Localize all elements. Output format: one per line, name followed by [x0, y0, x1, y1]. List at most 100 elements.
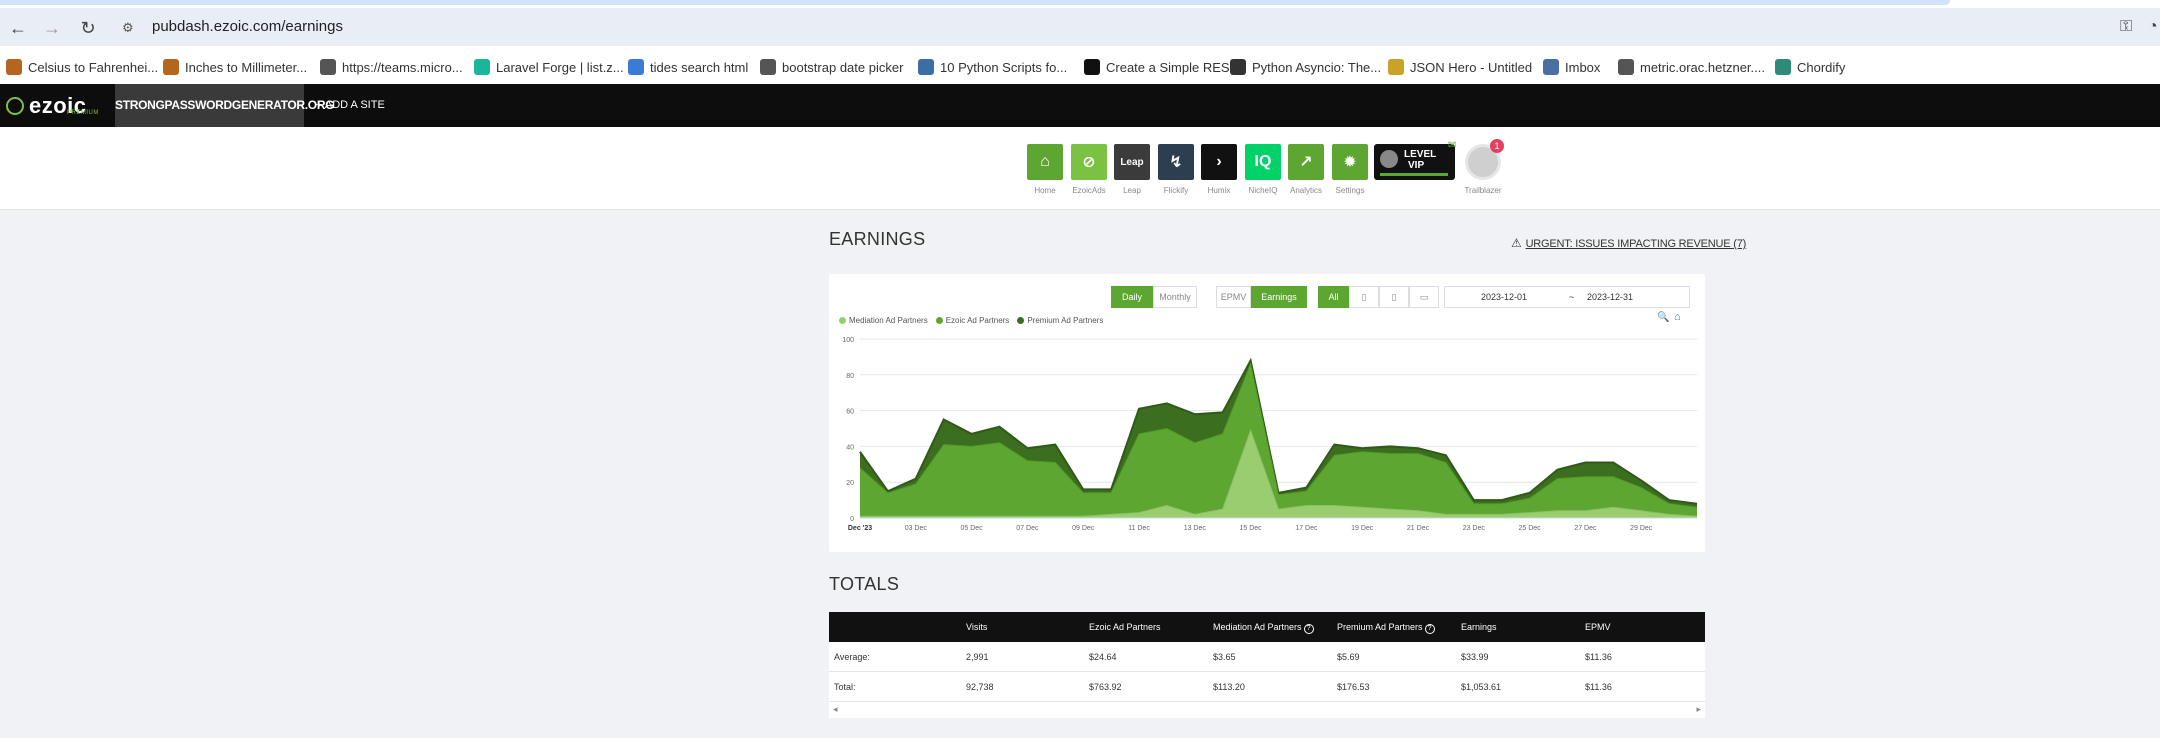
column-header[interactable]: Visits: [966, 612, 987, 642]
bookmark-label: Inches to Millimeter...: [185, 59, 308, 75]
bookmark-item[interactable]: Laravel Forge | list.z...: [474, 56, 624, 78]
table-cell: 92,738: [966, 682, 994, 692]
table-cell: $113.20: [1213, 682, 1245, 692]
bookmark-label: bootstrap date picker: [782, 59, 904, 75]
reset-zoom-icon[interactable]: ⌂: [1674, 311, 1681, 323]
table-cell: $24.64: [1089, 652, 1117, 662]
bookmark-label: Create a Simple RES...: [1106, 59, 1241, 75]
password-key-icon[interactable]: ⚿: [2120, 18, 2132, 36]
vip-label: VIP: [1408, 160, 1425, 171]
daily-toggle[interactable]: Daily: [1111, 286, 1153, 308]
app-home[interactable]: ⌂ Home: [1027, 144, 1063, 195]
table-header-row: Visits Ezoic Ad Partners Mediation Ad Part…: [829, 612, 1705, 642]
app-ezoicads[interactable]: ⊘ EzoicAds: [1071, 144, 1107, 195]
bookmark-item[interactable]: bootstrap date picker: [760, 56, 903, 78]
app-analytics[interactable]: ↗ Analytics: [1288, 144, 1324, 195]
zoom-icon[interactable]: 🔍: [1657, 312, 1669, 323]
bookmark-item[interactable]: 10 Python Scripts fo...: [918, 56, 1067, 78]
bookmark-item[interactable]: Inches to Millimeter...: [163, 56, 307, 78]
scroll-right-icon[interactable]: ▸: [1696, 704, 1701, 715]
column-header[interactable]: Premium Ad Partners?: [1337, 612, 1435, 642]
earnings-toggle[interactable]: Earnings: [1251, 286, 1307, 308]
bookmark-label: https://teams.micro...: [342, 59, 463, 75]
all-devices-toggle[interactable]: All: [1318, 286, 1349, 308]
horizontal-scrollbar[interactable]: ◂ ▸: [829, 702, 1705, 718]
table-cell: $176.53: [1337, 682, 1370, 692]
bookmark-item[interactable]: Celsius to Fahrenhei...: [6, 56, 158, 78]
bookmark-label: Laravel Forge | list.z...: [496, 59, 624, 75]
epmv-toggle[interactable]: EPMV: [1216, 286, 1251, 308]
x-tick-label: 17 Dec: [1295, 525, 1318, 532]
bookmark-favicon-icon: [6, 59, 22, 75]
app-nicheiq[interactable]: IQ NicheIQ: [1245, 144, 1281, 195]
earnings-chart-card: Daily Monthly EPMV Earnings All ▯ ▯ ▭ 20…: [829, 274, 1705, 552]
column-header-label: Earnings: [1461, 622, 1497, 632]
mobile-toggle[interactable]: ▯: [1379, 286, 1409, 308]
earnings-title: EARNINGS: [829, 229, 926, 249]
browser-chrome: ← → ↻ ⚙ pubdash.ezoic.com/earnings ⚿ ◔ C…: [0, 0, 2160, 84]
legend-item-mediation[interactable]: Mediation Ad Partners: [839, 314, 928, 326]
tablet-toggle[interactable]: ▯: [1349, 286, 1379, 308]
app-label: Home: [1034, 186, 1056, 195]
x-tick-label: 05 Dec: [961, 525, 984, 532]
desktop-toggle[interactable]: ▭: [1409, 286, 1439, 308]
y-tick-label: 20: [846, 480, 854, 487]
column-header[interactable]: Earnings: [1461, 612, 1497, 642]
app-label: Analytics: [1289, 186, 1322, 195]
end-date[interactable]: 2023-12-31: [1587, 292, 1633, 302]
bookmark-item[interactable]: Python Asyncio: The...: [1230, 56, 1381, 78]
x-tick-label: 19 Dec: [1351, 525, 1374, 532]
column-header[interactable]: Mediation Ad Partners?: [1213, 612, 1314, 642]
ezoic-logo-icon: [6, 97, 24, 115]
url-field[interactable]: pubdash.ezoic.com/earnings: [152, 18, 343, 35]
site-tab[interactable]: STRONGPASSWORDGENERATOR.ORG: [115, 84, 335, 127]
legend-item-premium[interactable]: Premium Ad Partners: [1017, 314, 1103, 326]
column-header-label: Mediation Ad Partners: [1213, 622, 1302, 632]
logo-premium-label: PREMIUM: [67, 110, 99, 116]
forward-icon[interactable]: →: [42, 18, 62, 38]
bookmark-favicon-icon: [628, 59, 644, 75]
leap-icon: Leap: [1114, 144, 1150, 180]
app-settings[interactable]: ✹ Settings: [1332, 144, 1368, 195]
bookmark-label: Imbox: [1565, 59, 1601, 75]
level-vip-badge[interactable]: LEVEL VIP ✉: [1374, 140, 1456, 180]
totals-table: Visits Ezoic Ad Partners Mediation Ad Part…: [829, 612, 1705, 718]
legend-swatch: [935, 316, 943, 324]
add-site-link[interactable]: + ADD A SITE: [316, 84, 385, 127]
bookmark-item[interactable]: Create a Simple RES...: [1084, 56, 1240, 78]
bookmark-item[interactable]: tides search html: [628, 56, 748, 78]
column-header[interactable]: Ezoic Ad Partners: [1089, 612, 1161, 642]
scroll-left-icon[interactable]: ◂: [833, 704, 838, 715]
bookmark-item[interactable]: JSON Hero - Untitled: [1388, 56, 1532, 78]
help-icon[interactable]: ?: [1303, 624, 1314, 634]
monthly-toggle[interactable]: Monthly: [1153, 286, 1197, 308]
bookmark-item[interactable]: Imbox: [1543, 56, 1600, 78]
table-row: Total: 92,738 $763.92 $113.20 $176.53 $1,053.…: [829, 672, 1705, 702]
bookmark-favicon-icon: [1618, 59, 1634, 75]
app-humix[interactable]: › Humix: [1201, 144, 1237, 195]
bookmark-label: Python Asyncio: The...: [1252, 59, 1382, 75]
x-tick-label: 27 Dec: [1574, 525, 1597, 532]
app-flickify[interactable]: ↯ Flickify: [1158, 144, 1194, 195]
legend-item-ezoic[interactable]: Ezoic Ad Partners: [935, 314, 1009, 326]
bookmark-label: tides search html: [650, 59, 749, 75]
site-info-icon[interactable]: ⚙: [122, 20, 140, 36]
humix-icon: ›: [1201, 144, 1237, 180]
back-icon[interactable]: ←: [8, 18, 28, 38]
bookmark-label: JSON Hero - Untitled: [1410, 59, 1533, 75]
table-cell: $3.65: [1213, 652, 1236, 662]
bookmark-label: metric.orac.hetzner....: [1640, 59, 1765, 75]
mobile-icon: ▯: [1391, 292, 1397, 302]
bookmark-item[interactable]: metric.orac.hetzner....: [1618, 56, 1765, 78]
extension-icon[interactable]: ◔: [2148, 18, 2158, 36]
bookmark-item[interactable]: Chordify: [1775, 56, 1845, 78]
reload-icon[interactable]: ↻: [78, 18, 98, 38]
app-leap[interactable]: Leap Leap: [1114, 144, 1150, 195]
column-header[interactable]: EPMV: [1585, 612, 1611, 642]
start-date[interactable]: 2023-12-01: [1481, 292, 1527, 302]
urgent-issues-link[interactable]: ⚠ URGENT: ISSUES IMPACTING REVENUE (7): [1511, 236, 1746, 250]
help-icon[interactable]: ?: [1424, 624, 1435, 634]
date-range-picker[interactable]: 2023-12-01 ~ 2023-12-31: [1444, 286, 1690, 308]
bookmark-item[interactable]: https://teams.micro...: [320, 56, 463, 78]
bookmark-favicon-icon: [320, 59, 336, 75]
